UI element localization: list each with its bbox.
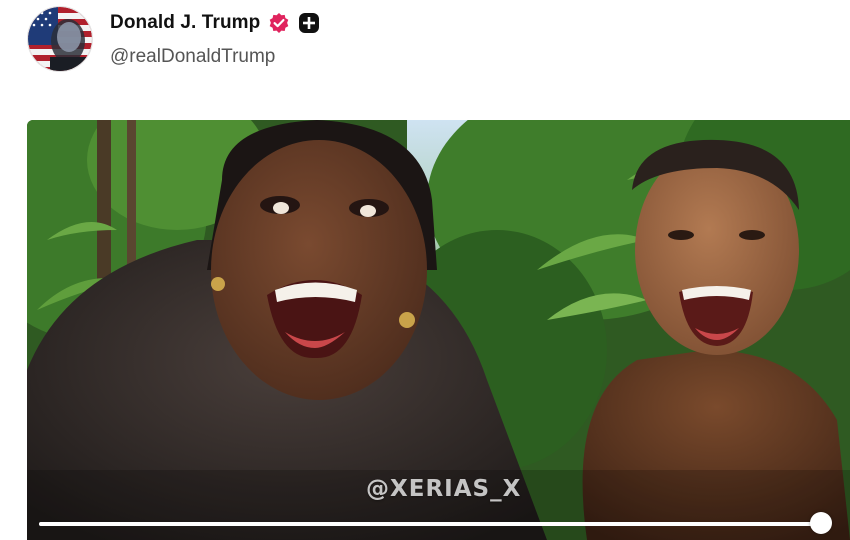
video-progress-fill <box>39 522 822 526</box>
video-scrubber-handle[interactable] <box>810 512 833 534</box>
video-progress-bar[interactable] <box>39 512 833 534</box>
video-player[interactable]: @XERIAS_X <box>27 120 850 540</box>
verified-badge-icon <box>268 12 290 34</box>
plus-icon[interactable] <box>298 12 320 34</box>
author-display-name[interactable]: Donald J. Trump <box>110 12 260 34</box>
avatar[interactable] <box>27 6 93 72</box>
avatar-image <box>28 7 92 71</box>
author-name-row: Donald J. Trump <box>110 10 320 36</box>
author-handle[interactable]: @realDonaldTrump <box>110 46 275 68</box>
post: Donald J. Trump @realDonaldTrump @XERIAS… <box>0 0 850 540</box>
video-watermark: @XERIAS_X <box>366 476 522 502</box>
